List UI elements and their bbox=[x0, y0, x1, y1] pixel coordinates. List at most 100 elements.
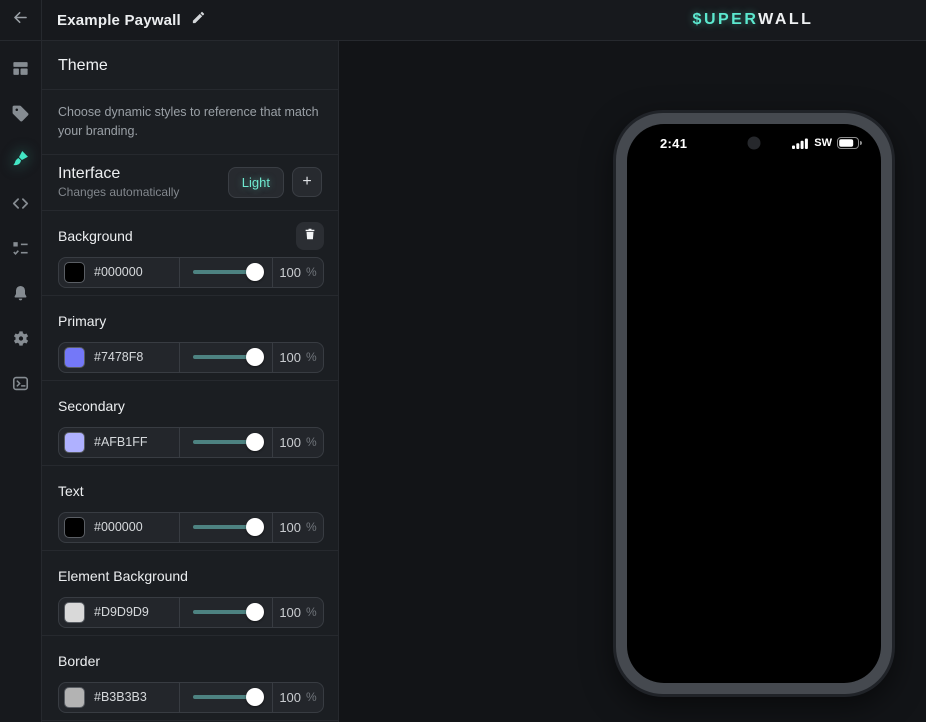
sidebar-item-notifications[interactable] bbox=[0, 273, 42, 318]
color-swatch[interactable] bbox=[64, 262, 85, 283]
hex-input[interactable] bbox=[94, 265, 172, 279]
color-swatch[interactable] bbox=[64, 517, 85, 538]
status-time: 2:41 bbox=[660, 136, 687, 151]
color-control-row: 100 % bbox=[58, 682, 324, 713]
hex-input[interactable] bbox=[94, 520, 172, 534]
sidebar-item-products[interactable] bbox=[0, 93, 42, 138]
preview-canvas: 2:41 SW bbox=[339, 41, 926, 722]
add-interface-button[interactable]: + bbox=[292, 167, 322, 197]
icon-sidebar bbox=[0, 41, 42, 722]
color-section-background: Background 100 % bbox=[42, 211, 338, 296]
phone-screen[interactable]: 2:41 SW bbox=[627, 124, 881, 683]
tag-icon bbox=[11, 104, 30, 128]
color-section-border: Border 100 % bbox=[42, 636, 338, 721]
paintbrush-icon bbox=[11, 149, 30, 173]
color-swatch[interactable] bbox=[64, 602, 85, 623]
slider-thumb[interactable] bbox=[246, 263, 264, 281]
battery-icon bbox=[837, 137, 862, 149]
gear-icon bbox=[11, 329, 30, 353]
sidebar-item-settings[interactable] bbox=[0, 318, 42, 363]
interface-label: Interface bbox=[58, 165, 228, 183]
color-swatch[interactable] bbox=[64, 432, 85, 453]
color-control-row: 100 % bbox=[58, 427, 324, 458]
color-label: Secondary bbox=[58, 398, 324, 414]
console-icon bbox=[11, 374, 30, 398]
logo-prefix: $UPER bbox=[693, 11, 759, 28]
carrier-label: SW bbox=[814, 137, 832, 149]
opacity-unit: % bbox=[306, 350, 317, 364]
color-label: Background bbox=[58, 228, 296, 244]
logo-suffix: WALL bbox=[758, 11, 813, 28]
hex-input[interactable] bbox=[94, 605, 172, 619]
color-label: Element Background bbox=[58, 568, 324, 584]
color-section-element-background: Element Background 100 % bbox=[42, 551, 338, 636]
theme-panel: Theme Choose dynamic styles to reference… bbox=[42, 41, 339, 722]
color-control-row: 100 % bbox=[58, 257, 324, 288]
opacity-unit: % bbox=[306, 265, 317, 279]
color-control-row: 100 % bbox=[58, 342, 324, 373]
interface-mode-button[interactable]: Light bbox=[228, 167, 284, 198]
delete-color-button[interactable] bbox=[296, 222, 324, 250]
color-label: Text bbox=[58, 483, 324, 499]
pencil-icon bbox=[191, 10, 206, 30]
panel-title: Theme bbox=[42, 41, 338, 90]
slider-thumb[interactable] bbox=[246, 348, 264, 366]
color-section-text: Text 100 % bbox=[42, 466, 338, 551]
bell-icon bbox=[11, 284, 30, 308]
opacity-slider[interactable] bbox=[193, 695, 259, 699]
paywall-title: Example Paywall bbox=[57, 12, 181, 29]
opacity-slider[interactable] bbox=[193, 525, 259, 529]
phone-mockup: 2:41 SW bbox=[613, 110, 895, 697]
color-control-row: 100 % bbox=[58, 512, 324, 543]
opacity-unit: % bbox=[306, 605, 317, 619]
camera-dot bbox=[748, 137, 761, 150]
phone-status-bar: 2:41 SW bbox=[627, 133, 881, 153]
hex-input[interactable] bbox=[94, 350, 172, 364]
opacity-slider[interactable] bbox=[193, 610, 259, 614]
color-section-secondary: Secondary 100 % bbox=[42, 381, 338, 466]
color-label: Primary bbox=[58, 313, 324, 329]
opacity-value[interactable]: 100 bbox=[279, 690, 301, 705]
sidebar-item-theme[interactable] bbox=[0, 138, 42, 183]
opacity-slider[interactable] bbox=[193, 270, 259, 274]
color-control-row: 100 % bbox=[58, 597, 324, 628]
layout-icon bbox=[11, 59, 30, 83]
slider-thumb[interactable] bbox=[246, 603, 264, 621]
opacity-slider[interactable] bbox=[193, 355, 259, 359]
back-button[interactable] bbox=[0, 0, 42, 41]
trash-icon bbox=[303, 227, 317, 244]
phone-frame: 2:41 SW bbox=[616, 113, 892, 694]
interface-section: Interface Changes automatically Light + bbox=[42, 155, 338, 211]
sidebar-item-code[interactable] bbox=[0, 183, 42, 228]
signal-icon bbox=[792, 138, 809, 149]
checklist-icon bbox=[11, 239, 30, 263]
slider-thumb[interactable] bbox=[246, 688, 264, 706]
sidebar-item-layout[interactable] bbox=[0, 48, 42, 93]
color-swatch[interactable] bbox=[64, 347, 85, 368]
opacity-unit: % bbox=[306, 520, 317, 534]
opacity-unit: % bbox=[306, 690, 317, 704]
top-bar: Example Paywall $UPERWALL bbox=[0, 0, 926, 41]
code-icon bbox=[11, 194, 30, 218]
hex-input[interactable] bbox=[94, 435, 172, 449]
opacity-value[interactable]: 100 bbox=[279, 520, 301, 535]
opacity-slider[interactable] bbox=[193, 440, 259, 444]
slider-thumb[interactable] bbox=[246, 433, 264, 451]
color-swatch[interactable] bbox=[64, 687, 85, 708]
arrow-left-icon bbox=[11, 8, 30, 32]
edit-title-button[interactable] bbox=[191, 10, 206, 30]
color-section-primary: Primary 100 % bbox=[42, 296, 338, 381]
superwall-logo: $UPERWALL bbox=[693, 11, 814, 29]
opacity-value[interactable]: 100 bbox=[279, 265, 301, 280]
interface-sublabel: Changes automatically bbox=[58, 185, 228, 199]
sidebar-item-console[interactable] bbox=[0, 363, 42, 408]
opacity-unit: % bbox=[306, 435, 317, 449]
opacity-value[interactable]: 100 bbox=[279, 605, 301, 620]
panel-description: Choose dynamic styles to reference that … bbox=[42, 90, 338, 155]
sidebar-item-tasks[interactable] bbox=[0, 228, 42, 273]
hex-input[interactable] bbox=[94, 690, 172, 704]
color-label: Border bbox=[58, 653, 324, 669]
opacity-value[interactable]: 100 bbox=[279, 435, 301, 450]
slider-thumb[interactable] bbox=[246, 518, 264, 536]
opacity-value[interactable]: 100 bbox=[279, 350, 301, 365]
